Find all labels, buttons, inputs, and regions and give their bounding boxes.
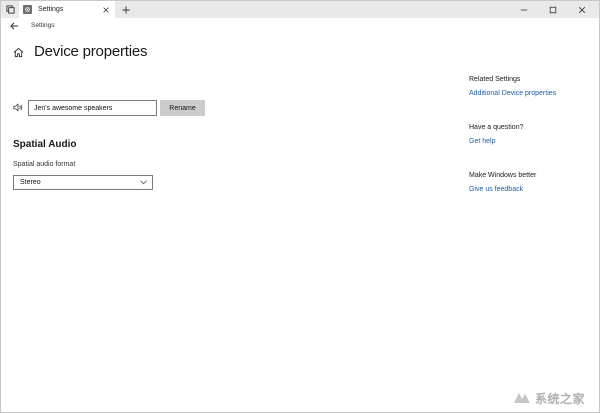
additional-device-properties-link[interactable]: Additional Device properties [469, 90, 556, 97]
tab-title: Settings [38, 6, 64, 13]
back-arrow-icon [9, 22, 18, 30]
tab-list-icon [5, 5, 15, 14]
speaker-icon [13, 103, 23, 112]
spatial-audio-heading: Spatial Audio [13, 139, 77, 150]
new-tab-button[interactable] [119, 2, 133, 17]
plus-icon [122, 5, 130, 14]
maximize-icon [549, 6, 557, 13]
tab-list-button[interactable] [2, 1, 18, 18]
close-icon [578, 6, 586, 13]
rename-button[interactable]: Rename [160, 100, 205, 116]
close-icon [102, 6, 109, 13]
settings-gear-icon [23, 5, 32, 14]
related-settings-heading: Related Settings [469, 76, 521, 83]
tab-close-button[interactable] [101, 5, 110, 14]
spatial-audio-format-label: Spatial audio format [13, 161, 76, 168]
close-window-button[interactable] [571, 1, 593, 18]
make-windows-better-heading: Make Windows better [469, 172, 537, 179]
get-help-link[interactable]: Get help [469, 138, 495, 145]
give-us-feedback-link[interactable]: Give us feedback [469, 186, 523, 193]
select-value: Stereo [20, 179, 41, 186]
have-a-question-heading: Have a question? [469, 124, 524, 131]
maximize-button[interactable] [542, 1, 564, 18]
back-button[interactable] [7, 20, 21, 32]
minimize-button[interactable] [513, 1, 535, 18]
watermark-logo: 系统之家 [513, 389, 585, 407]
nav-title: Settings [31, 22, 55, 29]
title-bar: Settings [1, 1, 599, 18]
minimize-icon [520, 9, 528, 10]
settings-window: Settings Settings Device properties Rena… [0, 0, 600, 413]
device-name-input[interactable] [28, 100, 157, 116]
watermark-logo-icon [514, 393, 530, 403]
watermark-text: 系统之家 [535, 391, 586, 406]
home-icon[interactable] [13, 47, 24, 58]
spatial-audio-format-select[interactable]: Stereo [13, 175, 153, 190]
chevron-down-icon [140, 180, 147, 185]
tab-settings[interactable]: Settings [19, 1, 115, 18]
page-title: Device properties [34, 43, 148, 60]
